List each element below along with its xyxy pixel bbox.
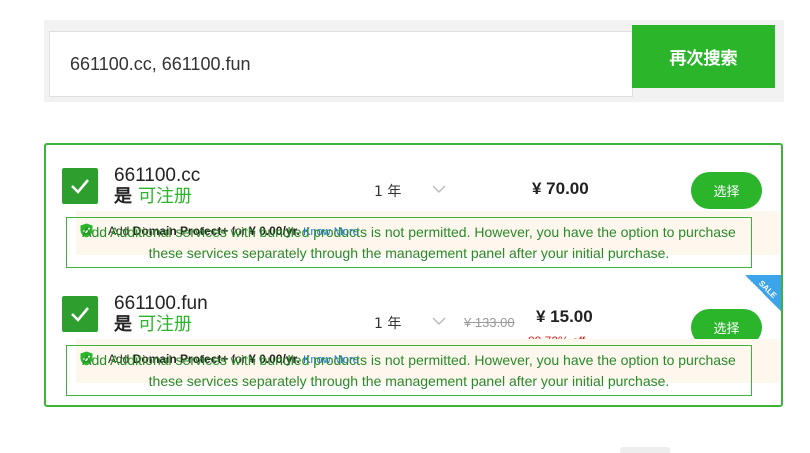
checkmark-icon — [71, 179, 89, 194]
domain-result-row: SALE 661100.fun 是可注册 1 年 ¥ 133.00 ¥ 15.0… — [46, 273, 781, 401]
domain-checkbox[interactable] — [62, 296, 98, 332]
availability-status: 可注册 — [138, 314, 192, 335]
availability-status: 可注册 — [138, 186, 192, 207]
sale-badge: SALE — [745, 275, 781, 313]
domain-search-input[interactable] — [49, 31, 633, 97]
checkmark-icon — [71, 307, 89, 322]
availability-prefix: 是 — [114, 314, 132, 335]
domain-results-panel: 661100.cc 是可注册 1 年 ¥ 70.00 选择 Add Domain… — [44, 143, 783, 407]
period-select[interactable]: 1 年 — [374, 313, 401, 333]
bundle-notice: Add Additional services with bundled pro… — [66, 217, 752, 268]
chevron-down-icon[interactable] — [432, 317, 446, 326]
availability: 是可注册 — [114, 186, 192, 209]
original-price: ¥ 133.00 — [464, 315, 515, 330]
select-button[interactable]: 选择 — [691, 172, 762, 209]
price: ¥ 70.00 — [532, 179, 589, 198]
domain-name: 661100.fun — [114, 293, 208, 314]
price: ¥ 15.00 — [536, 307, 593, 326]
search-bar: 再次搜索 — [44, 20, 784, 102]
bundle-notice: Add Additional services with bundled pro… — [66, 345, 752, 396]
domain-name: 661100.cc — [114, 165, 201, 186]
search-again-button[interactable]: 再次搜索 — [632, 25, 775, 88]
chevron-down-icon[interactable] — [432, 185, 446, 194]
availability: 是可注册 — [114, 314, 192, 337]
partial-chip — [620, 447, 670, 453]
availability-prefix: 是 — [114, 186, 132, 207]
domain-result-row: 661100.cc 是可注册 1 年 ¥ 70.00 选择 Add Domain… — [46, 145, 781, 273]
period-select[interactable]: 1 年 — [374, 181, 401, 201]
domain-checkbox[interactable] — [62, 168, 98, 204]
